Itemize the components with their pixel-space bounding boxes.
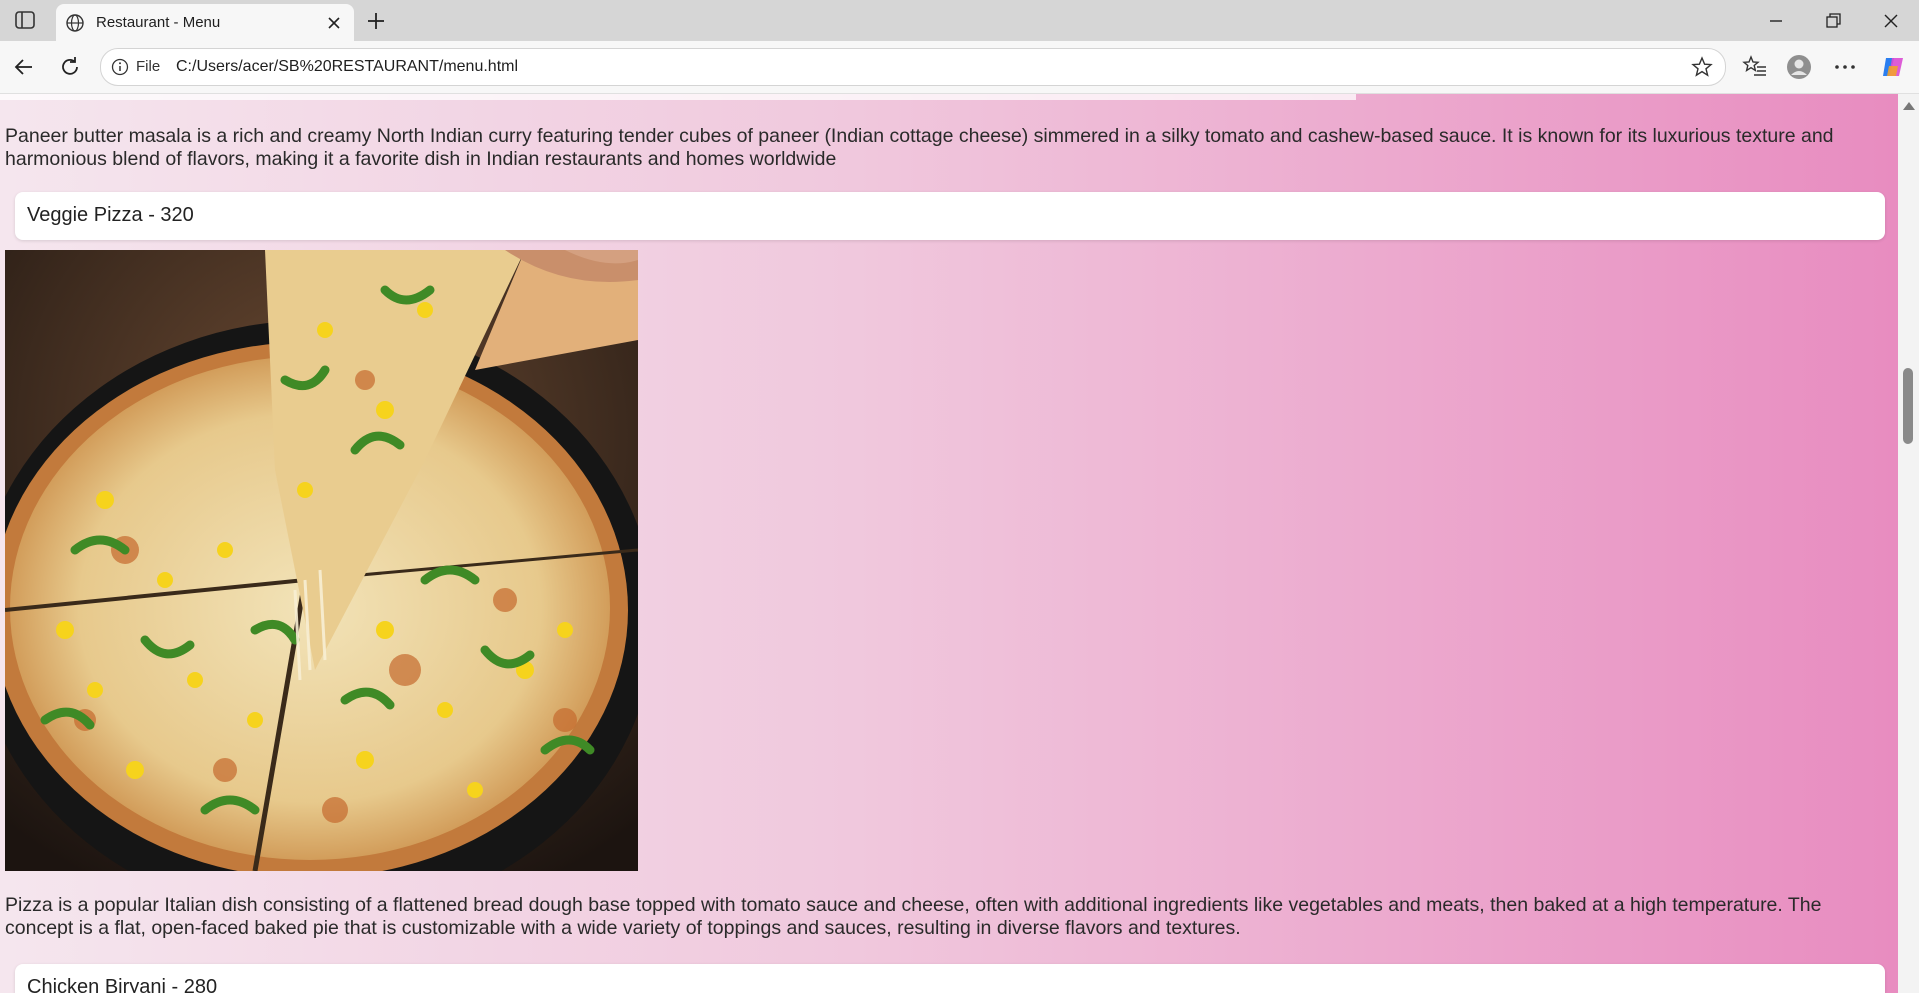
tab-actions-button[interactable] <box>10 8 40 32</box>
pizza-description: Pizza is a popular Italian dish consisti… <box>5 894 1822 939</box>
menu-item-veggie-pizza: Veggie Pizza - 320 <box>15 192 1885 240</box>
pizza-photo <box>5 250 638 871</box>
restore-icon[interactable] <box>1822 10 1844 32</box>
minimize-icon[interactable] <box>1765 10 1787 32</box>
close-window-icon[interactable] <box>1880 10 1902 32</box>
menu-item-chicken-biryani: Chicken Biryani - 280 <box>15 964 1885 993</box>
back-icon[interactable] <box>11 54 37 80</box>
browser-toolbar: File C:/Users/acer/SB%20RESTAURANT/menu.… <box>0 41 1919 94</box>
url-scheme-label: File <box>136 58 161 75</box>
url-text[interactable]: C:/Users/acer/SB%20RESTAURANT/menu.html <box>176 58 518 76</box>
page-content: Paneer butter masala is a rich and cream… <box>0 94 1898 993</box>
tab-strip: Restaurant - Menu <box>0 0 1919 41</box>
reload-icon[interactable] <box>57 54 83 80</box>
sidebar-toggle-icon <box>15 11 35 29</box>
paneer-description: Paneer butter masala is a rich and cream… <box>5 125 1834 170</box>
tab-title: Restaurant - Menu <box>96 14 221 31</box>
scrollbar-thumb[interactable] <box>1903 368 1913 444</box>
menu-item-label: Chicken Biryani - 280 <box>27 976 218 993</box>
globe-icon <box>66 14 84 32</box>
tab-restaurant-menu[interactable]: Restaurant - Menu <box>56 4 354 41</box>
copilot-icon[interactable] <box>1880 54 1906 80</box>
more-options-icon[interactable] <box>1832 54 1858 80</box>
new-tab-icon[interactable] <box>365 10 387 32</box>
scroll-up-arrow-icon[interactable] <box>1903 102 1915 110</box>
menu-item-label: Veggie Pizza - 320 <box>27 204 194 226</box>
favorite-star-icon[interactable] <box>1691 56 1713 78</box>
info-icon[interactable] <box>111 58 129 76</box>
address-bar[interactable]: File C:/Users/acer/SB%20RESTAURANT/menu.… <box>100 48 1726 86</box>
vertical-scrollbar[interactable] <box>1898 94 1919 993</box>
close-tab-icon[interactable] <box>324 13 344 33</box>
profile-avatar-icon[interactable] <box>1786 54 1812 80</box>
favorites-icon[interactable] <box>1742 54 1768 80</box>
